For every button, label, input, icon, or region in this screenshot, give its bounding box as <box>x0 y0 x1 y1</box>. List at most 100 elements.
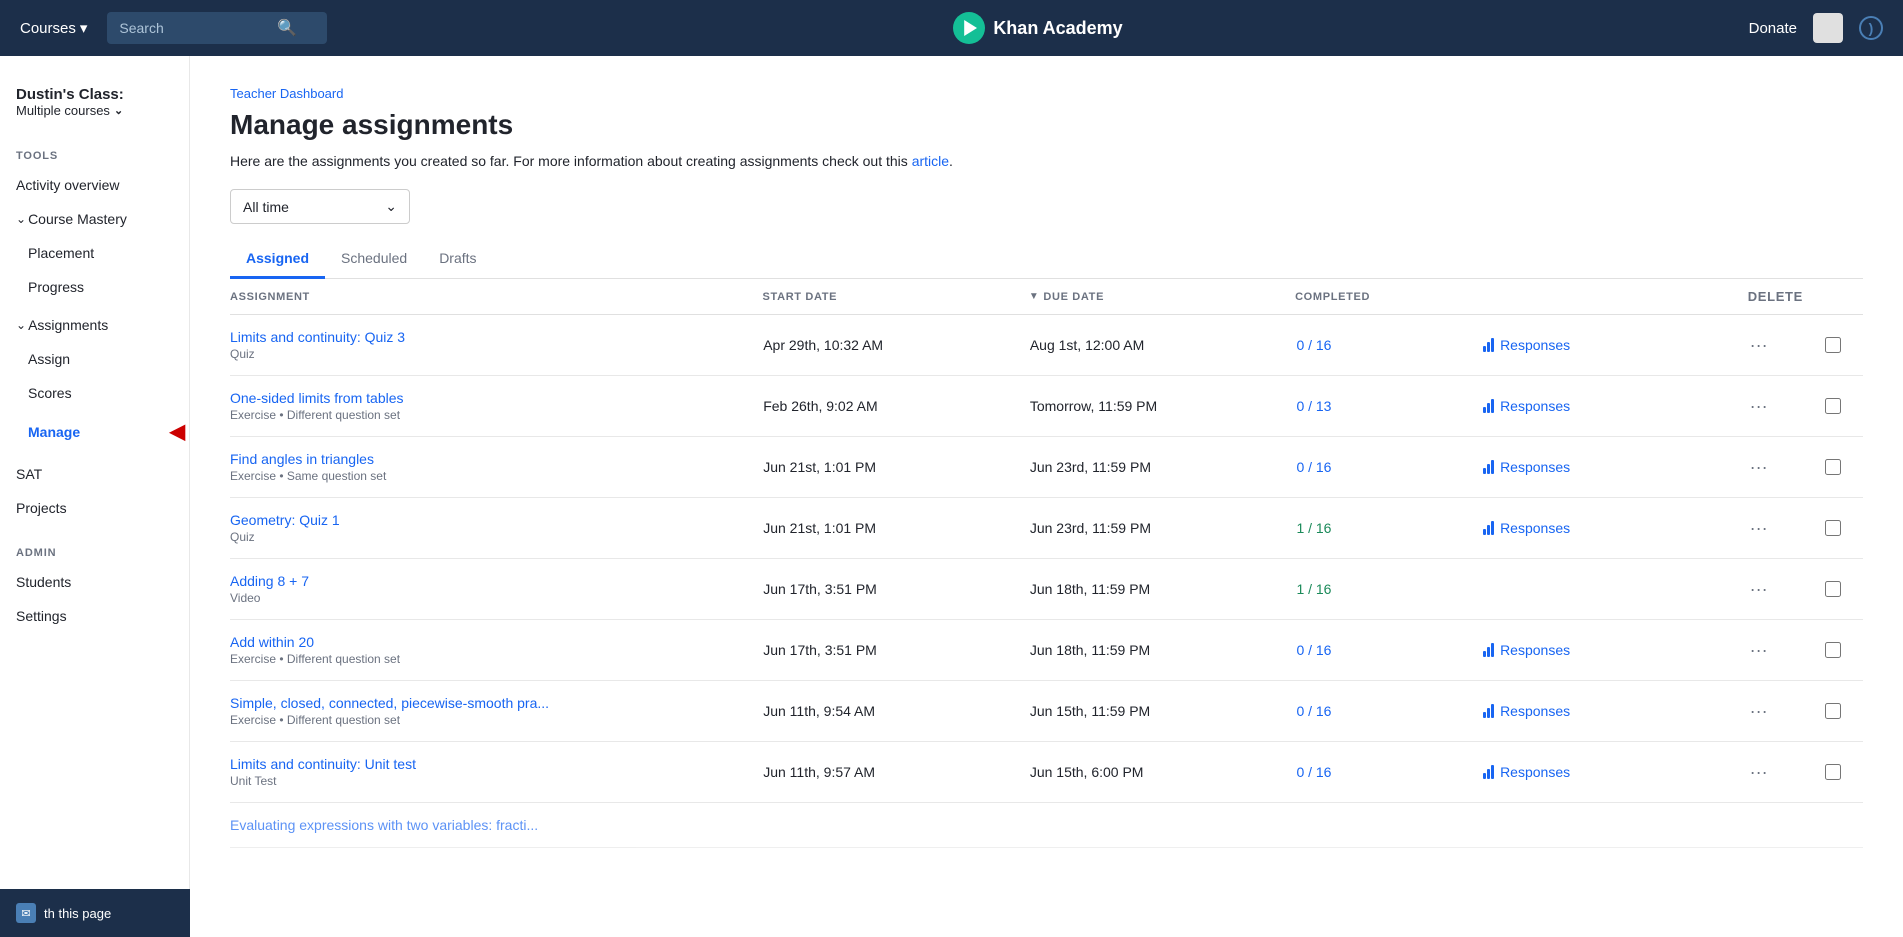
assignment-name-link[interactable]: Add within 20 <box>230 634 763 650</box>
assignment-type: Exercise • Same question set <box>230 469 763 483</box>
col-header-completed: COMPLETED <box>1295 291 1481 303</box>
more-options-button[interactable]: ··· <box>1750 518 1768 538</box>
responses-cell: Responses <box>1483 764 1750 780</box>
bar-chart-icon <box>1483 338 1494 352</box>
select-row-checkbox[interactable] <box>1825 581 1841 597</box>
select-row-checkbox[interactable] <box>1825 642 1841 658</box>
select-row-checkbox[interactable] <box>1825 459 1841 475</box>
sidebar-item-label: Assignments <box>28 317 108 333</box>
col-header-start: START DATE <box>763 291 1029 303</box>
assignment-name-link[interactable]: Adding 8 + 7 <box>230 573 763 589</box>
breadcrumb[interactable]: Teacher Dashboard <box>230 86 1863 101</box>
sidebar-item-progress[interactable]: Progress <box>0 270 189 304</box>
more-options-button[interactable]: ··· <box>1750 335 1768 355</box>
due-date: Aug 1st, 12:00 AM <box>1030 337 1297 353</box>
select-row-checkbox[interactable] <box>1825 520 1841 536</box>
more-options-button[interactable]: ··· <box>1750 396 1768 416</box>
donate-button[interactable]: Donate <box>1749 20 1797 37</box>
sidebar-item-sat[interactable]: SAT <box>0 457 189 491</box>
sidebar-item-scores[interactable]: Scores <box>0 376 189 410</box>
responses-button[interactable]: Responses <box>1483 459 1750 475</box>
more-options-button[interactable]: ··· <box>1750 579 1768 599</box>
search-icon: 🔍 <box>277 18 297 38</box>
assignment-name-link[interactable]: Geometry: Quiz 1 <box>230 512 763 528</box>
tab-label: Assigned <box>246 250 309 266</box>
tab-scheduled[interactable]: Scheduled <box>325 240 423 279</box>
start-date: Jun 17th, 3:51 PM <box>763 581 1030 597</box>
sidebar-item-label: Activity overview <box>16 177 119 193</box>
completed-count: 0 / 16 <box>1296 337 1483 353</box>
assignment-name-link[interactable]: Find angles in triangles <box>230 451 763 467</box>
page-layout: Dustin's Class: Multiple courses ⌄ TOOLS… <box>0 56 1903 937</box>
col-header-due[interactable]: ▼ DUE DATE <box>1029 291 1295 303</box>
tab-assigned[interactable]: Assigned <box>230 240 325 279</box>
sidebar-item-manage[interactable]: Manage ◀ <box>0 410 189 453</box>
tab-label: Drafts <box>439 250 476 266</box>
more-options-button[interactable]: ··· <box>1750 701 1768 721</box>
assignment-cell: Limits and continuity: Quiz 3 Quiz <box>230 329 763 361</box>
table-row: Add within 20 Exercise • Different quest… <box>230 620 1863 681</box>
completed-count: 1 / 16 <box>1296 581 1483 597</box>
more-options-button[interactable]: ··· <box>1750 640 1768 660</box>
sidebar-item-assignments[interactable]: ⌄ Assignments <box>0 308 189 342</box>
sort-icon: ▼ <box>1029 291 1040 302</box>
sidebar-item-assign[interactable]: Assign <box>0 342 189 376</box>
search-input[interactable] <box>119 20 269 36</box>
sidebar-item-label: Placement <box>28 245 94 261</box>
assignment-type: Unit Test <box>230 774 763 788</box>
assignment-name-link[interactable]: Limits and continuity: Quiz 3 <box>230 329 763 345</box>
responses-button[interactable]: Responses <box>1483 520 1750 536</box>
user-badge[interactable]: ) <box>1859 16 1883 40</box>
select-row-checkbox[interactable] <box>1825 703 1841 719</box>
tools-section-label: TOOLS <box>0 138 189 168</box>
article-link[interactable]: article <box>912 153 949 169</box>
courses-dropdown[interactable]: Courses ▾ <box>20 19 87 37</box>
feedback-bar[interactable]: ✉ th this page <box>0 889 190 937</box>
start-date: Jun 17th, 3:51 PM <box>763 642 1030 658</box>
responses-button[interactable]: Responses <box>1483 642 1750 658</box>
responses-cell: Responses <box>1483 642 1750 658</box>
select-row-checkbox[interactable] <box>1825 398 1841 414</box>
responses-button[interactable]: Responses <box>1483 703 1750 719</box>
start-date: Jun 21st, 1:01 PM <box>763 459 1030 475</box>
due-date: Jun 18th, 11:59 PM <box>1030 642 1297 658</box>
assignment-name-link[interactable]: Limits and continuity: Unit test <box>230 756 763 772</box>
bar-chart-icon <box>1483 643 1494 657</box>
assignment-cell: Evaluating expressions with two variable… <box>230 817 763 833</box>
page-title: Manage assignments <box>230 109 1863 141</box>
sidebar-item-placement[interactable]: Placement <box>0 236 189 270</box>
time-filter-dropdown[interactable]: All time ⌄ <box>230 189 410 224</box>
tab-label: Scheduled <box>341 250 407 266</box>
tab-drafts[interactable]: Drafts <box>423 240 492 279</box>
responses-cell: Responses <box>1483 398 1750 414</box>
table-row: Geometry: Quiz 1 Quiz Jun 21st, 1:01 PM … <box>230 498 1863 559</box>
responses-button[interactable]: Responses <box>1483 764 1750 780</box>
assignment-name-link[interactable]: Evaluating expressions with two variable… <box>230 817 763 833</box>
sidebar-item-projects[interactable]: Projects <box>0 491 189 525</box>
nav-right-section: Donate ) <box>1749 13 1883 43</box>
responses-button[interactable]: Responses <box>1483 398 1750 414</box>
completed-count: 0 / 16 <box>1296 459 1483 475</box>
sidebar-item-settings[interactable]: Settings <box>0 599 189 633</box>
table-row: Simple, closed, connected, piecewise-smo… <box>230 681 1863 742</box>
search-box[interactable]: 🔍 <box>107 12 327 44</box>
start-date: Apr 29th, 10:32 AM <box>763 337 1030 353</box>
select-row-checkbox[interactable] <box>1825 337 1841 353</box>
select-row-checkbox[interactable] <box>1825 764 1841 780</box>
select-checkbox-cell <box>1803 581 1863 597</box>
sidebar-item-course-mastery[interactable]: ⌄ Course Mastery <box>0 202 189 236</box>
responses-button[interactable]: Responses <box>1483 337 1750 353</box>
chevron-icon: ⌄ <box>16 318 26 332</box>
more-options-button[interactable]: ··· <box>1750 457 1768 477</box>
assignment-name-link[interactable]: One-sided limits from tables <box>230 390 763 406</box>
start-date: Jun 21st, 1:01 PM <box>763 520 1030 536</box>
sidebar-item-activity-overview[interactable]: Activity overview <box>0 168 189 202</box>
more-options-button[interactable]: ··· <box>1750 762 1768 782</box>
assignment-cell: Find angles in triangles Exercise • Same… <box>230 451 763 483</box>
responses-label: Responses <box>1500 398 1570 414</box>
start-date: Jun 11th, 9:54 AM <box>763 703 1030 719</box>
class-selector[interactable]: Dustin's Class: Multiple courses ⌄ <box>0 76 189 138</box>
sidebar-item-students[interactable]: Students <box>0 565 189 599</box>
assignment-name-link[interactable]: Simple, closed, connected, piecewise-smo… <box>230 695 763 711</box>
bar-chart-icon <box>1483 765 1494 779</box>
